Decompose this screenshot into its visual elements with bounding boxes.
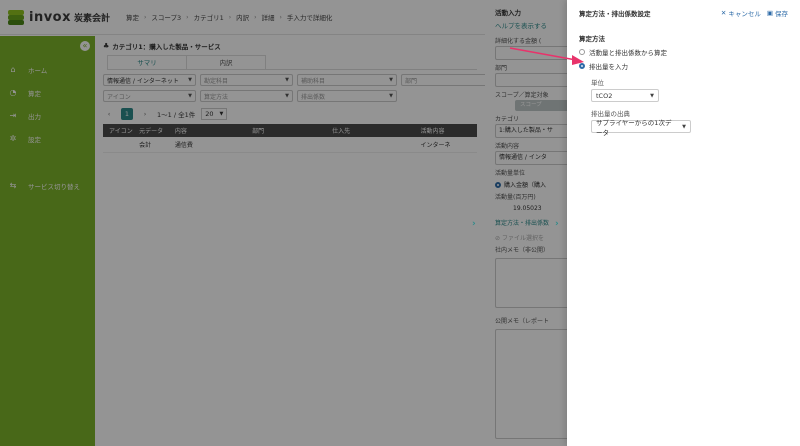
unit-value: tCO2	[596, 91, 613, 100]
drawer-title: 算定方法・排出係数設定	[579, 10, 651, 18]
source-select[interactable]: サプライヤーからの1次データ ▼	[591, 119, 691, 137]
save-button[interactable]: ▣ 保存	[767, 8, 788, 18]
caret-down-icon: ▼	[682, 123, 686, 130]
emission-input-group: 単位 tCO2 ▼ 排出量の出典 サプライヤーからの1次データ ▼	[591, 77, 788, 137]
pointer-arrow-icon	[509, 47, 584, 65]
cancel-label: キャンセル	[728, 10, 761, 18]
cancel-button[interactable]: ✕ キャンセル	[721, 8, 761, 18]
unit-label: 単位	[591, 79, 604, 87]
source-value: サプライヤーからの1次データ	[596, 118, 672, 137]
method-radio-calculate[interactable]: 活動量と排出係数から算定	[579, 47, 788, 57]
emission-settings-drawer: 算定方法・排出係数設定 ✕ キャンセル ▣ 保存 算定方法 活動量と排出係数から算定…	[567, 0, 800, 446]
save-label: 保存	[775, 10, 788, 18]
expand-left-icon[interactable]: ›	[472, 219, 476, 229]
radio-label: 排出量を入力	[589, 63, 628, 71]
unit-select[interactable]: tCO2 ▼	[591, 89, 659, 102]
save-icon: ▣	[766, 9, 773, 17]
caret-down-icon: ▼	[650, 92, 654, 99]
modal-backdrop[interactable]	[0, 0, 485, 446]
close-icon: ✕	[720, 9, 727, 17]
method-radio-input-emission[interactable]: 排出量を入力	[579, 61, 788, 71]
method-section-label: 算定方法	[579, 35, 605, 43]
expand-right-icon[interactable]: ›	[555, 219, 559, 229]
radio-label: 活動量と排出係数から算定	[589, 49, 667, 57]
drawer-header: 算定方法・排出係数設定 ✕ キャンセル ▣ 保存	[579, 8, 788, 18]
